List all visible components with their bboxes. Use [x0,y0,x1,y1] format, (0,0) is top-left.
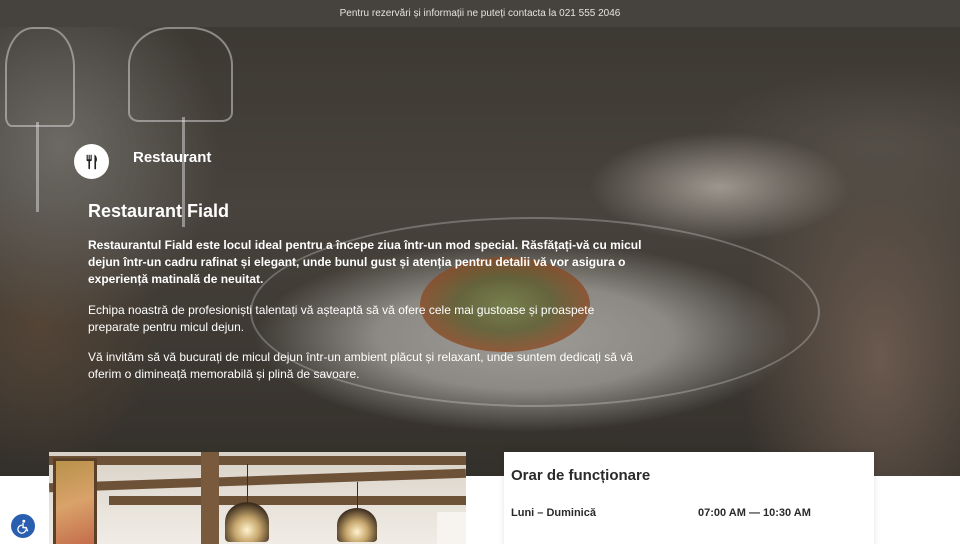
restaurant-logo[interactable] [74,144,109,179]
hours-time: 07:00 AM — 10:30 AM [698,507,811,519]
accessibility-icon [17,519,29,534]
hours-day: Luni – Duminică [511,507,596,519]
invitation-paragraph: Vă invităm să vă bucurați de micul dejun… [88,350,633,381]
pendant-lamp [337,508,377,542]
fork-knife-icon [86,154,97,169]
contact-text: Pentru rezervări și informații ne puteți… [339,8,621,19]
intro-paragraph: Restaurantul Fiald este locul ideal pent… [88,238,642,286]
hero-content: Restaurant Restaurant Fiald Restaurantul… [0,27,960,476]
page-title: Restaurant Fiald [88,201,230,221]
accessibility-button[interactable] [9,512,37,540]
contact-topbar: Pentru rezervări și informații ne puteți… [0,0,960,27]
team-paragraph: Echipa noastră de profesioniști talentaț… [88,303,595,334]
pendant-lamp [225,502,269,542]
hero-section: Restaurant Restaurant Fiald Restaurantul… [0,27,960,476]
brand-label[interactable]: Restaurant [133,149,211,166]
